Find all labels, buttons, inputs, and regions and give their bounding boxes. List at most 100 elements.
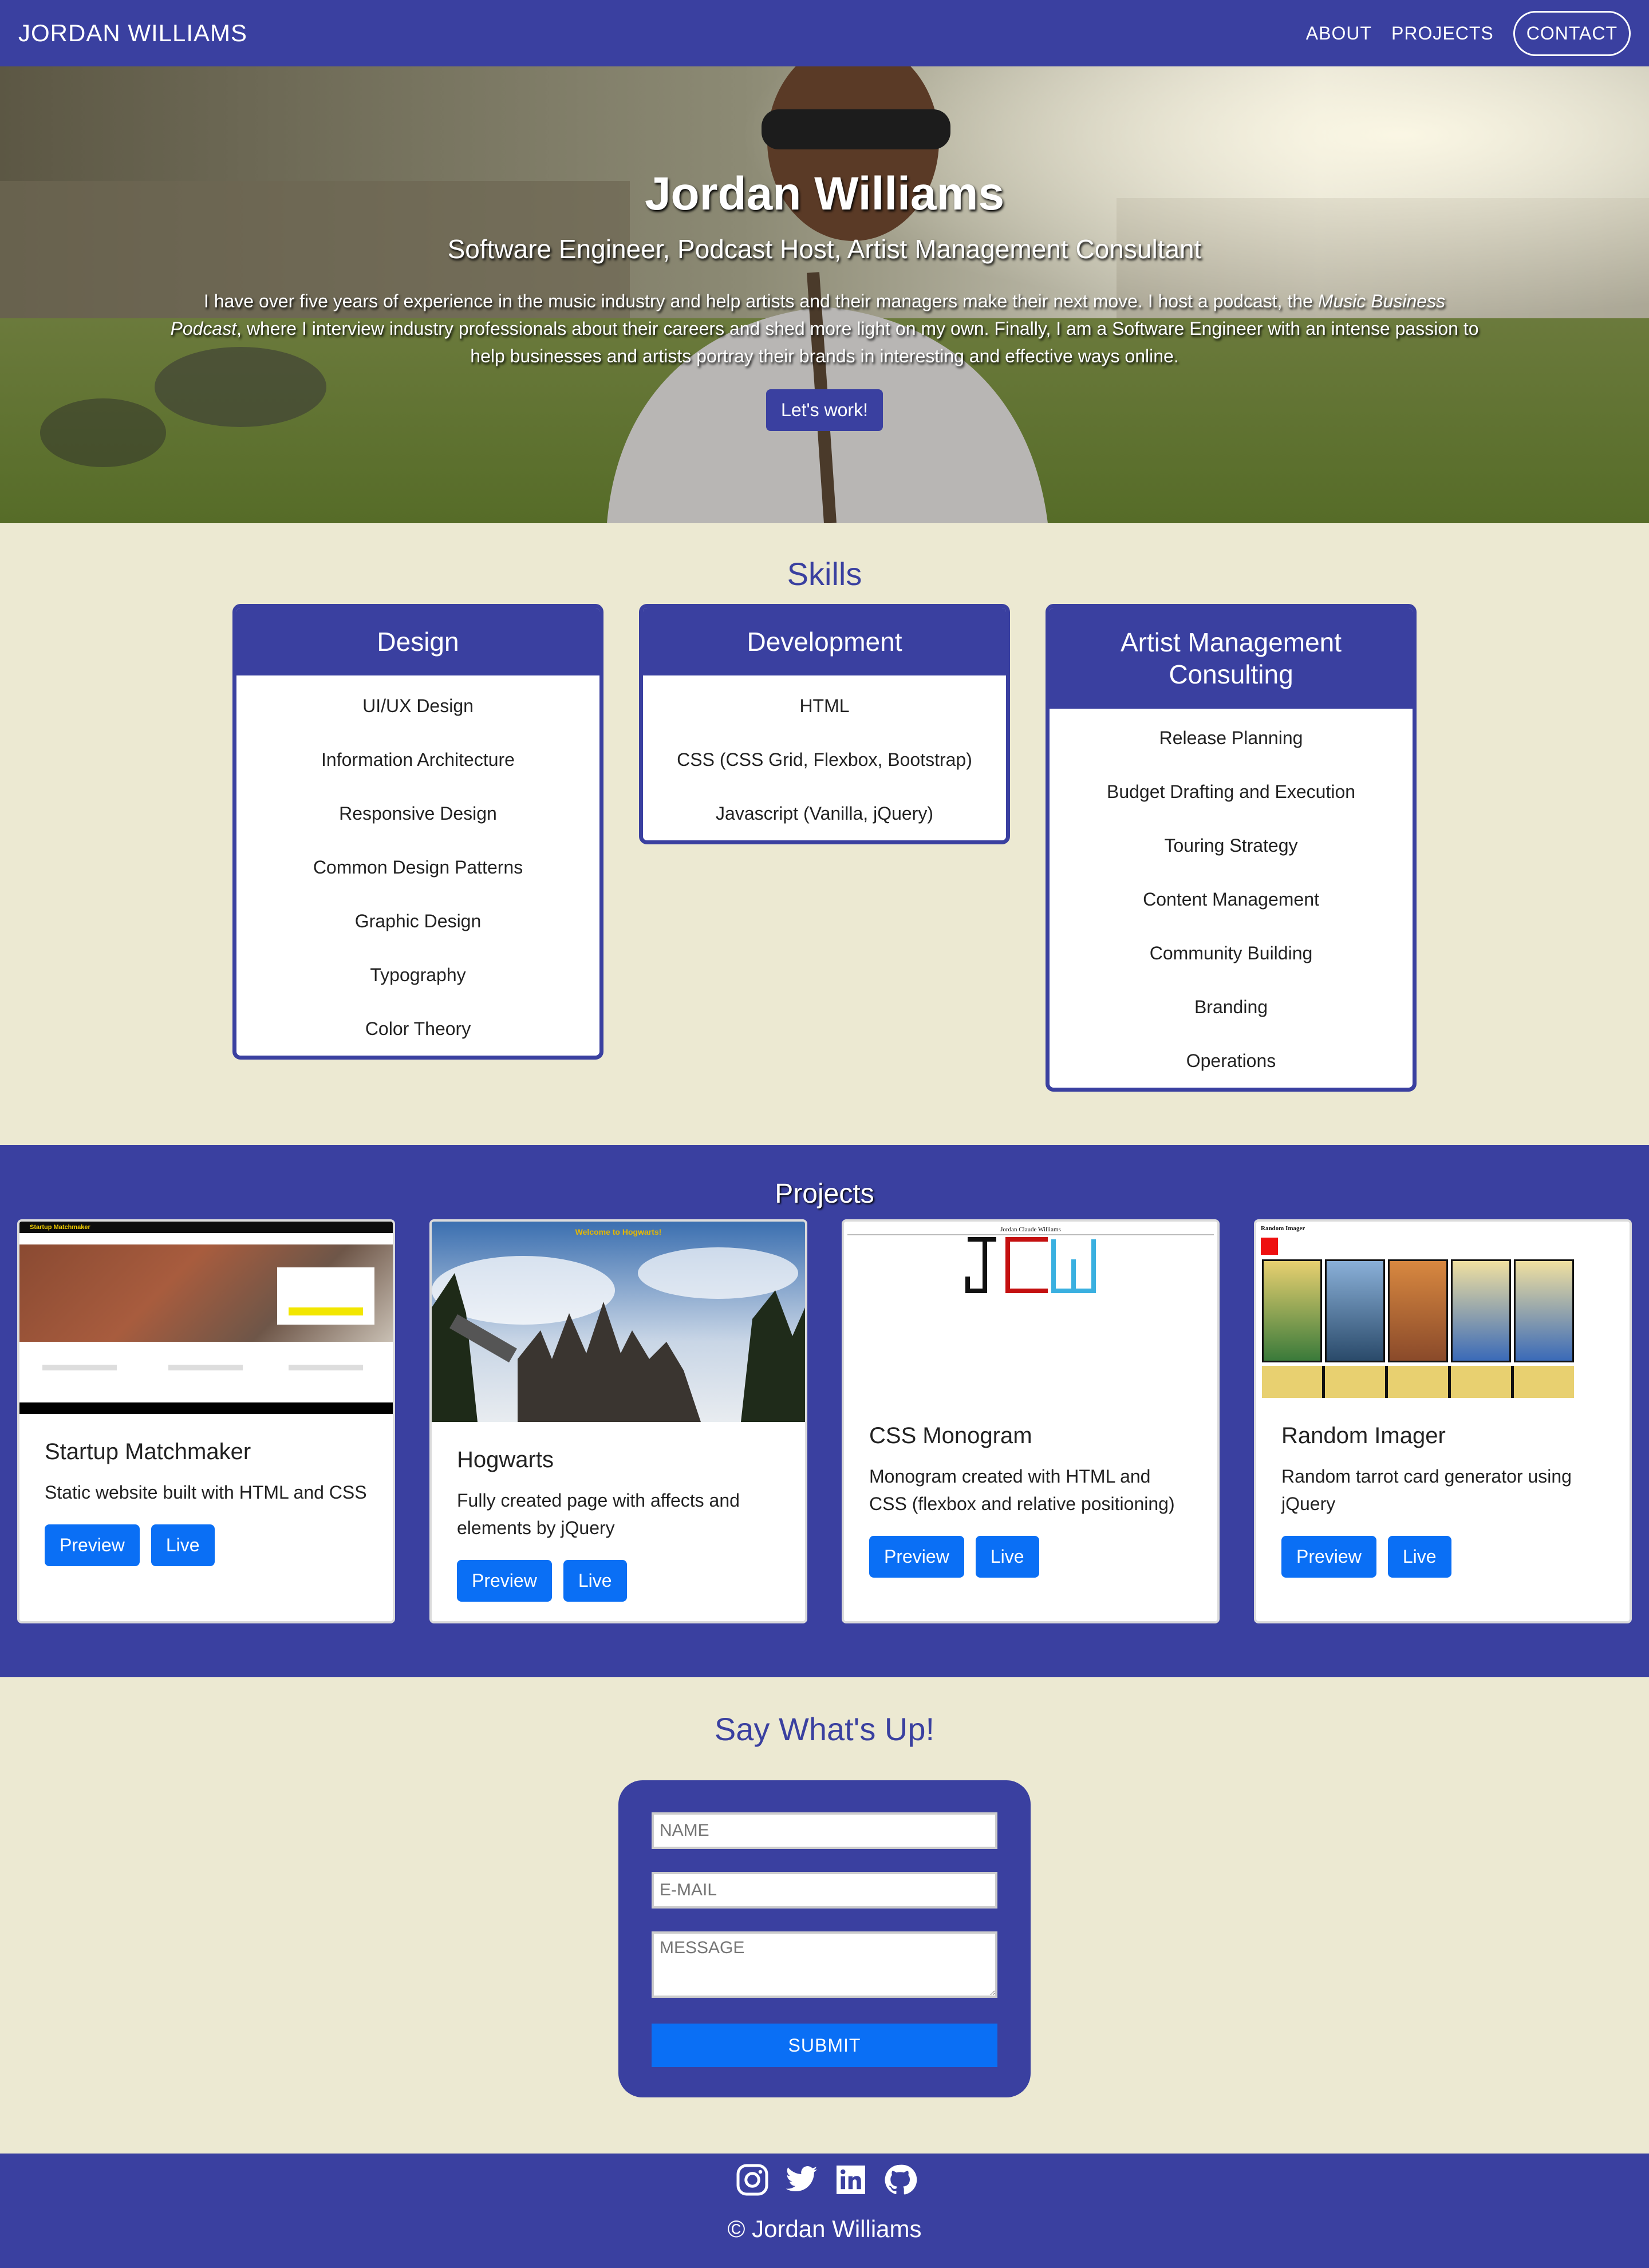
live-button[interactable]: Live: [1387, 1536, 1451, 1578]
twitter-icon[interactable]: [784, 2163, 819, 2197]
hero-bio: I have over five years of experience in …: [166, 287, 1483, 370]
email-input[interactable]: [652, 1872, 997, 1909]
preview-button[interactable]: Preview: [457, 1560, 552, 1602]
tarot-card-row: [1262, 1366, 1574, 1398]
thumb-footer: [19, 1402, 393, 1414]
hogwarts-thumbnail-image: [432, 1222, 805, 1422]
project-buttons: Preview Live: [45, 1524, 368, 1566]
skill-item: Operations: [1186, 1050, 1276, 1071]
thumb-feature-bar: [289, 1365, 363, 1370]
skill-list: UI/UX Design Information Architecture Re…: [236, 675, 599, 1056]
skill-list: HTML CSS (CSS Grid, Flexbox, Bootstrap) …: [643, 675, 1006, 840]
project-description: Fully created page with affects and elem…: [457, 1490, 740, 1538]
skill-item: Common Design Patterns: [313, 857, 523, 878]
thumb-callout-button: [289, 1307, 363, 1315]
skill-card-title: Development: [643, 608, 1006, 675]
nav-link-contact[interactable]: CONTACT: [1513, 10, 1631, 56]
monogram-jcw-icon: [965, 1237, 1096, 1293]
project-thumbnail[interactable]: Jordan Claude Williams: [844, 1222, 1217, 1398]
skill-item: HTML: [799, 696, 850, 716]
tarot-card: [1388, 1259, 1448, 1362]
skill-card-title: Artist Management Consulting: [1050, 608, 1413, 709]
project-card-random-imager: Random Imager Random Imager Random tarro…: [1254, 1219, 1632, 1623]
project-buttons: Preview Live: [1281, 1536, 1604, 1578]
copyright-text: © Jordan Williams: [727, 2215, 922, 2242]
project-body: CSS Monogram Monogram created with HTML …: [844, 1398, 1217, 1578]
nav-links: ABOUT PROJECTS CONTACT: [1306, 10, 1631, 56]
live-button[interactable]: Live: [975, 1536, 1039, 1578]
top-navbar: JORDAN WILLIAMS ABOUT PROJECTS CONTACT: [0, 0, 1649, 66]
hero-content: Jordan Williams Software Engineer, Podca…: [0, 66, 1649, 523]
thumb-callout: [277, 1267, 374, 1325]
project-card-startup-matchmaker: Startup Matchmaker Startup Matchmaker St…: [17, 1219, 395, 1623]
skill-item: Javascript (Vanilla, jQuery): [716, 803, 933, 824]
skill-item: Release Planning: [1159, 728, 1303, 748]
github-icon[interactable]: [883, 2163, 917, 2197]
preview-button[interactable]: Preview: [869, 1536, 964, 1578]
project-thumbnail[interactable]: Random Imager: [1256, 1222, 1630, 1398]
project-body: Random Imager Random tarrot card generat…: [1256, 1398, 1630, 1578]
project-card-css-monogram: Jordan Claude Williams CSS Monogram Mono…: [842, 1219, 1220, 1623]
project-title: Hogwarts: [457, 1447, 554, 1472]
skill-card-development: Development HTML CSS (CSS Grid, Flexbox,…: [639, 604, 1010, 844]
skill-item: Content Management: [1143, 889, 1319, 910]
instagram-icon[interactable]: [735, 2163, 770, 2197]
red-square: [1261, 1238, 1278, 1255]
project-description: Random tarrot card generator using jQuer…: [1281, 1466, 1572, 1514]
project-buttons: Preview Live: [869, 1536, 1192, 1578]
thumb-features: [19, 1342, 393, 1402]
projects-heading: Projects: [775, 1179, 874, 1209]
hero-bio-part2: , where I interview industry professiona…: [236, 318, 1479, 366]
project-buttons: Preview Live: [457, 1560, 780, 1602]
project-thumbnail[interactable]: Startup Matchmaker: [19, 1222, 393, 1414]
skill-card-design: Design UI/UX Design Information Architec…: [232, 604, 603, 1060]
message-textarea[interactable]: [652, 1931, 997, 1998]
social-links: [735, 2163, 917, 2197]
skills-heading: Skills: [787, 556, 862, 592]
hero-bio-part1: I have over five years of experience in …: [203, 291, 1318, 311]
project-body: Hogwarts Fully created page with affects…: [432, 1422, 805, 1602]
skill-item: Budget Drafting and Execution: [1106, 781, 1356, 802]
hero-title: Jordan Williams: [644, 168, 1005, 220]
hero-section: Jordan Williams Software Engineer, Podca…: [0, 66, 1649, 523]
footer: © Jordan Williams: [0, 2154, 1649, 2268]
nav-link-about[interactable]: ABOUT: [1306, 23, 1372, 44]
skill-item: Graphic Design: [354, 911, 482, 931]
preview-button[interactable]: Preview: [45, 1524, 140, 1566]
preview-button[interactable]: Preview: [1281, 1536, 1376, 1578]
skill-item: CSS (CSS Grid, Flexbox, Bootstrap): [677, 749, 972, 770]
contact-form: SUBMIT: [618, 1780, 1031, 2097]
project-description: Monogram created with HTML and CSS (flex…: [869, 1466, 1175, 1514]
thumb-subbar: [19, 1233, 393, 1244]
lets-work-button[interactable]: Let's work!: [766, 389, 883, 431]
project-title: CSS Monogram: [869, 1423, 1032, 1448]
thumb-label: Jordan Claude Williams: [1000, 1226, 1061, 1233]
live-button[interactable]: Live: [563, 1560, 627, 1602]
live-button[interactable]: Live: [151, 1524, 215, 1566]
skill-item: Typography: [370, 965, 466, 985]
skill-list: Release Planning Budget Drafting and Exe…: [1050, 709, 1413, 1088]
project-card-hogwarts: Welcome to Hogwarts! Hogwarts Fully crea…: [429, 1219, 807, 1623]
linkedin-icon[interactable]: [834, 2163, 868, 2197]
thumb-feature-bar: [42, 1365, 117, 1370]
project-description: Static website built with HTML and CSS: [45, 1482, 367, 1503]
submit-button[interactable]: SUBMIT: [652, 2024, 997, 2067]
tarot-card: [1325, 1259, 1385, 1362]
skill-item: Responsive Design: [339, 803, 497, 824]
tarot-card: [1451, 1259, 1511, 1362]
brand-name[interactable]: JORDAN WILLIAMS: [18, 19, 247, 47]
name-input[interactable]: [652, 1812, 997, 1849]
project-title: Random Imager: [1281, 1423, 1446, 1448]
tarot-card: [1514, 1259, 1574, 1362]
thumb-feature-bar: [168, 1365, 243, 1370]
project-title: Startup Matchmaker: [45, 1439, 251, 1464]
project-thumbnail[interactable]: Welcome to Hogwarts!: [432, 1222, 805, 1422]
skill-item: Community Building: [1149, 943, 1313, 963]
hero-subtitle: Software Engineer, Podcast Host, Artist …: [447, 234, 1202, 264]
thumb-navbar: Startup Matchmaker: [19, 1222, 393, 1233]
nav-link-projects[interactable]: PROJECTS: [1391, 23, 1494, 44]
contact-heading: Say What's Up!: [714, 1711, 935, 1747]
skill-item: Touring Strategy: [1164, 835, 1298, 856]
skill-item: UI/UX Design: [362, 696, 474, 716]
thumb-label: Startup Matchmaker: [30, 1224, 90, 1231]
